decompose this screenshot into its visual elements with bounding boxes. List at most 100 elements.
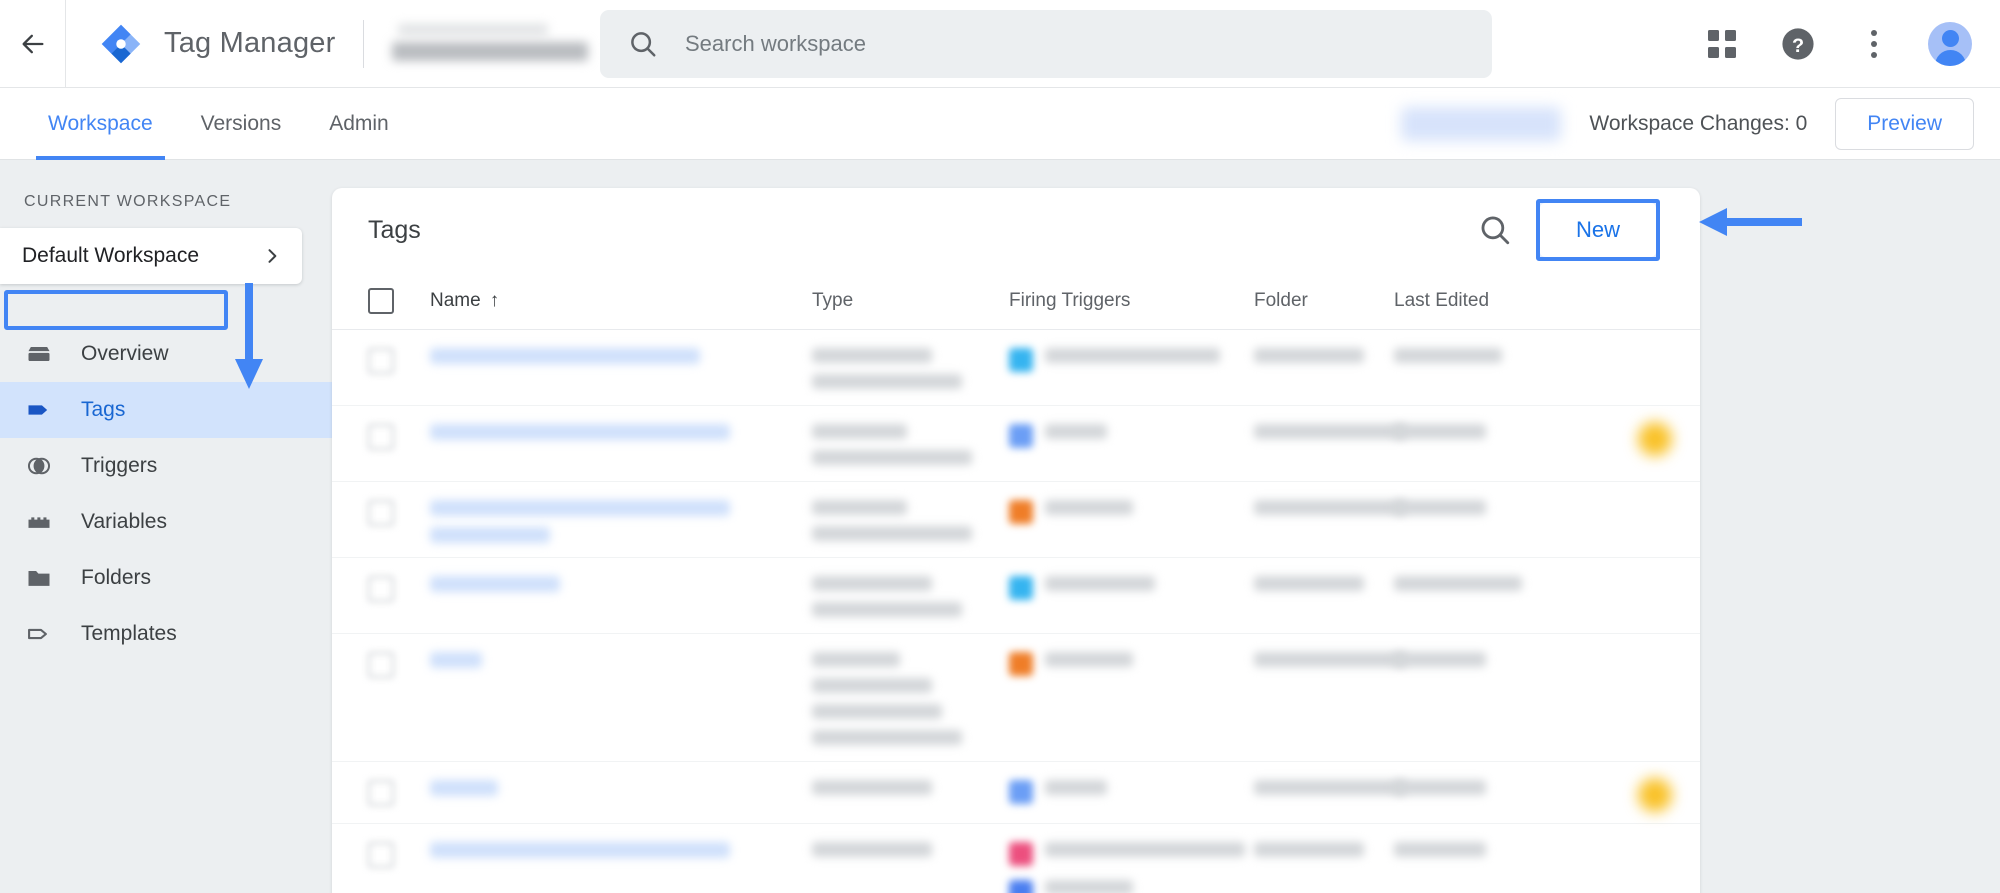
column-header-folder[interactable]: Folder (1254, 290, 1394, 312)
tab-versions[interactable]: Versions (177, 88, 306, 160)
app-title: Tag Manager (164, 27, 336, 59)
workspace-search[interactable] (600, 10, 1492, 78)
column-header-last-edited[interactable]: Last Edited (1394, 290, 1554, 312)
table-row[interactable] (332, 330, 1700, 406)
back-button[interactable] (0, 0, 66, 88)
sidebar-item-label: Templates (81, 622, 177, 645)
row-checkbox-cell[interactable] (368, 406, 430, 450)
table-row[interactable] (332, 634, 1700, 762)
publish-button-redacted[interactable] (1401, 107, 1562, 141)
preview-button[interactable]: Preview (1835, 98, 1974, 150)
row-firing-triggers-cell (1009, 824, 1254, 893)
row-name-cell[interactable] (430, 824, 812, 858)
column-header-firing-triggers[interactable]: Firing Triggers (1009, 290, 1254, 312)
row-checkbox-cell[interactable] (368, 482, 430, 526)
search-input[interactable] (685, 31, 1425, 57)
row-folder-cell (1254, 406, 1406, 439)
sidebar-item-variables[interactable]: Variables (0, 494, 332, 550)
row-name-cell[interactable] (430, 406, 812, 440)
account-avatar (1928, 22, 1972, 66)
current-workspace-label: CURRENT WORKSPACE (24, 193, 232, 210)
row-last-edited-cell (1394, 558, 1554, 591)
tab-admin[interactable]: Admin (305, 88, 413, 160)
row-last-edited-cell (1394, 824, 1554, 857)
page-title: Tags (368, 215, 421, 244)
workspace-changes-status: Workspace Changes: 0 (1589, 112, 1808, 135)
row-checkbox-cell[interactable] (368, 558, 430, 602)
row-name-cell[interactable] (430, 482, 812, 543)
row-folder-cell (1254, 330, 1394, 363)
column-header-type[interactable]: Type (812, 290, 1009, 312)
top-bar-icons: ? (1700, 0, 1972, 88)
tab-workspace[interactable]: Workspace (24, 88, 177, 160)
top-bar: Tag Manager ? (0, 0, 2000, 88)
workspace-name: Default Workspace (22, 244, 200, 267)
tags-card-header: Tags New (332, 188, 1700, 272)
variables-block-icon (24, 508, 54, 536)
more-options-button[interactable] (1852, 22, 1896, 66)
row-last-edited-cell (1394, 330, 1554, 363)
row-folder-cell (1254, 762, 1406, 795)
account-avatar-button[interactable] (1928, 22, 1972, 66)
new-button-highlight: New (1535, 199, 1660, 261)
row-last-edited-cell (1394, 634, 1554, 667)
column-header-name[interactable]: Name ↑ (430, 290, 812, 312)
account-name-redacted[interactable] (390, 18, 600, 70)
brand[interactable]: Tag Manager (100, 23, 335, 65)
row-last-edited-cell (1394, 406, 1554, 439)
row-checkbox-cell[interactable] (368, 762, 430, 806)
tag-icon (24, 396, 54, 424)
row-firing-triggers-cell (1009, 558, 1254, 600)
apps-grid-icon (1708, 30, 1736, 58)
sidebar-item-tags[interactable]: Tags (0, 382, 332, 438)
row-status-badge (1638, 422, 1672, 456)
svg-text:?: ? (1792, 35, 1804, 57)
row-type-cell (812, 762, 1009, 795)
nav-tab-bar: Workspace Versions Admin Workspace Chang… (0, 88, 2000, 160)
row-last-edited-cell (1394, 482, 1554, 515)
row-firing-triggers-cell (1009, 482, 1254, 524)
folder-icon (24, 564, 54, 592)
sidebar-item-templates[interactable]: Templates (0, 606, 332, 662)
table-row[interactable] (332, 558, 1700, 634)
sidebar-item-folders[interactable]: Folders (0, 550, 332, 606)
help-button[interactable]: ? (1776, 22, 1820, 66)
row-firing-triggers-cell (1009, 406, 1254, 448)
table-row[interactable] (332, 406, 1700, 482)
row-status-badge (1638, 778, 1672, 812)
row-name-cell[interactable] (430, 558, 812, 592)
row-type-cell (812, 558, 1009, 617)
table-row[interactable] (332, 482, 1700, 558)
tags-card: Tags New Name ↑ Type Firing Triggers Fol… (332, 188, 1700, 893)
apps-grid-button[interactable] (1700, 22, 1744, 66)
search-icon[interactable] (1478, 213, 1512, 247)
row-checkbox-cell[interactable] (368, 634, 430, 678)
row-checkbox-cell[interactable] (368, 824, 430, 868)
sidebar-item-overview[interactable]: Overview (0, 326, 332, 382)
row-name-cell[interactable] (430, 762, 812, 796)
sidebar-item-triggers[interactable]: Triggers (0, 438, 332, 494)
row-checkbox-cell[interactable] (368, 330, 430, 374)
row-type-cell (812, 482, 1009, 541)
tag-manager-app: Tag Manager ? (0, 0, 2000, 893)
template-tag-outline-icon (24, 620, 54, 648)
select-all-checkbox[interactable] (368, 287, 394, 314)
row-name-cell[interactable] (430, 330, 812, 364)
row-firing-triggers-cell (1009, 634, 1254, 676)
sidebar-item-label: Overview (81, 342, 169, 365)
more-options-icon (1871, 30, 1877, 58)
table-row[interactable] (332, 824, 1700, 893)
new-tag-button[interactable]: New (1539, 203, 1656, 257)
row-type-cell (812, 824, 1009, 857)
sidebar-item-label: Triggers (81, 454, 158, 477)
triggers-circles-icon (24, 452, 54, 480)
brand-divider (363, 19, 365, 68)
sidebar-item-label: Variables (81, 510, 167, 533)
sidebar: CURRENT WORKSPACE Default Workspace Over… (0, 160, 332, 893)
table-row[interactable] (332, 762, 1700, 824)
gtm-diamond-logo (101, 24, 141, 63)
workspace-selector[interactable]: Default Workspace (0, 228, 302, 284)
row-name-cell[interactable] (430, 634, 812, 668)
arrow-to-new-button (1697, 205, 1802, 239)
row-type-cell (812, 406, 1009, 465)
